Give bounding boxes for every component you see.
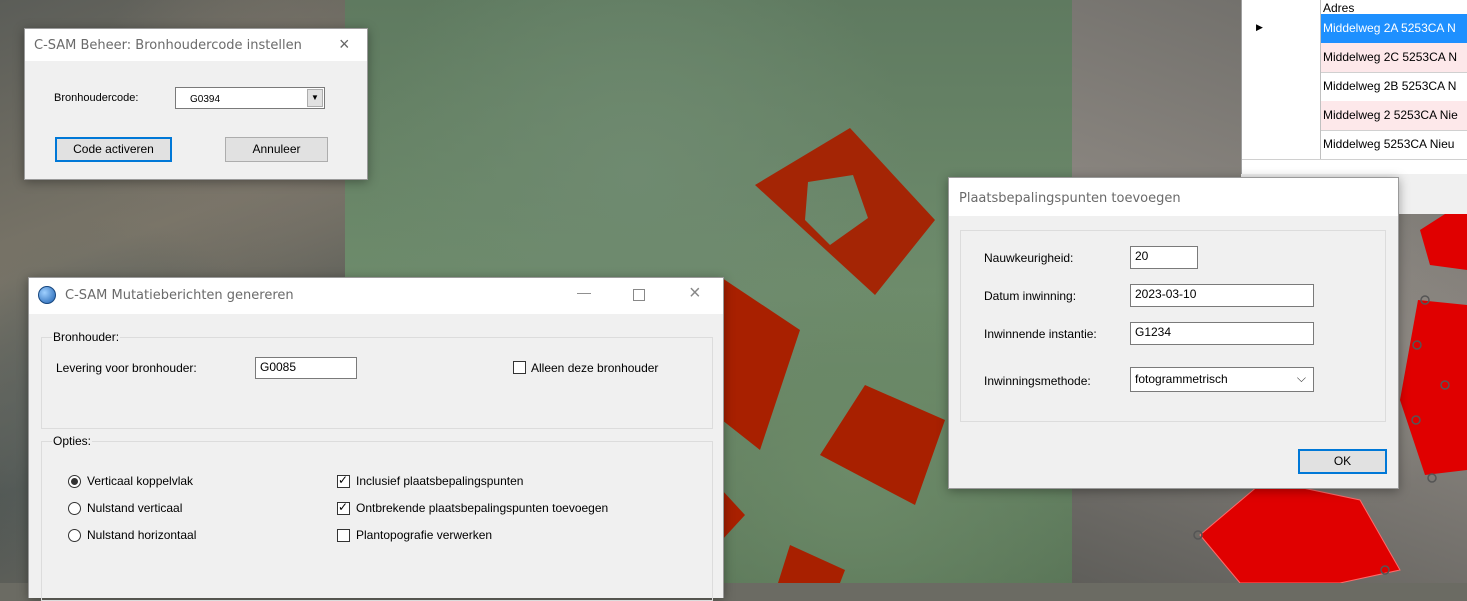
bronhoudercode-dropdown[interactable]: G0394 ▼ [175,87,325,109]
nauwkeurigheid-label: Nauwkeurigheid: [984,251,1074,265]
dialog-bronhoudercode: C-SAM Beheer: Bronhoudercode instellen ×… [24,28,368,180]
instantie-label: Inwinnende instantie: [984,327,1097,341]
grid-row-selector[interactable]: ▶ [1242,14,1321,43]
grid-header-row: Adres [1242,0,1467,15]
checkbox-label[interactable]: Ontbrekende plaatsbepalingspunten toevoe… [356,501,608,515]
chevron-down-icon[interactable]: ▼ [307,89,323,107]
dialog-plaatsbepalingspunten: Plaatsbepalingspunten toevoegen Nauwkeur… [948,177,1399,489]
checkbox-label[interactable]: Inclusief plaatsbepalingspunten [356,474,523,488]
grid-row-selector[interactable] [1242,101,1321,130]
grid-header-selector [1242,0,1321,14]
alleen-label[interactable]: Alleen deze bronhouder [531,361,658,375]
dialog-title: Plaatsbepalingspunten toevoegen [959,191,1181,206]
dialog-title: C-SAM Mutatieberichten genereren [65,288,294,303]
parcel-south-west [722,490,745,540]
grid-cell-adres[interactable]: Middelweg 2C 5253CA N [1321,43,1467,72]
bronhoudercode-label: Bronhoudercode: [54,92,139,104]
code-activeren-button[interactable]: Code activeren [55,137,172,162]
radio-label[interactable]: Nulstand verticaal [87,501,182,515]
parcel-diamond [820,385,945,505]
current-row-icon: ▶ [1256,22,1263,32]
radio-nulstand-verticaal[interactable] [68,502,81,515]
grid-row-selector[interactable] [1242,43,1321,72]
methode-label: Inwinningsmethode: [984,374,1091,388]
checkbox-label[interactable]: Plantopografie verwerken [356,528,492,542]
instantie-input[interactable]: G1234 [1130,322,1314,345]
ok-button[interactable]: OK [1298,449,1387,474]
dialog-title: C-SAM Beheer: Bronhoudercode instellen [34,38,302,53]
grid-cell-adres[interactable]: Middelweg 2B 5253CA N [1321,72,1467,101]
grid-row[interactable]: Middelweg 2B 5253CA N [1242,72,1467,102]
methode-dropdown[interactable]: fotogrammetrisch ⌵ [1130,367,1314,392]
title-bar: C-SAM Mutatieberichten genereren — × [29,278,723,314]
datum-label: Datum inwinning: [984,289,1077,303]
maximize-icon[interactable] [633,289,645,301]
nauwkeurigheid-input[interactable]: 20 [1130,246,1198,269]
bronhoudercode-value: G0394 [190,94,221,105]
levering-label: Levering voor bronhouder: [56,361,197,375]
group-opties-caption: Opties: [52,434,93,448]
grid-cell-adres[interactable]: Middelweg 2 5253CA Nie [1321,101,1467,130]
methode-value: fotogrammetrisch [1135,372,1228,386]
dialog-mutatieberichten: C-SAM Mutatieberichten genereren — × Bro… [28,277,724,601]
grid-cell-adres[interactable]: Middelweg 5253CA Nieu [1321,130,1467,159]
parcel-south [778,545,845,583]
alleen-checkbox[interactable] [513,361,526,374]
minimize-icon[interactable]: — [577,284,591,300]
close-icon[interactable]: × [689,282,701,305]
radio-nulstand-horizontaal[interactable] [68,529,81,542]
group-bronhouder-caption: Bronhouder: [52,330,121,344]
grid-row[interactable]: Middelweg 2C 5253CA N [1242,43,1467,73]
grid-cell-adres[interactable]: Middelweg 2A 5253CA N [1321,14,1467,43]
title-bar: C-SAM Beheer: Bronhoudercode instellen × [25,29,367,61]
annuleer-button[interactable]: Annuleer [225,137,328,162]
grid-row-selector[interactable] [1242,130,1321,159]
group-opties [41,441,713,601]
grid-row-selector[interactable] [1242,72,1321,101]
address-grid[interactable]: Adres ▶ Middelweg 2A 5253CA N Middelweg … [1241,0,1467,174]
datum-input[interactable]: 2023-03-10 [1130,284,1314,307]
checkbox-plantopografie[interactable] [337,529,350,542]
chevron-down-icon[interactable]: ⌵ [1297,371,1306,386]
checkbox-ontbrekende[interactable]: ✓ [337,500,350,515]
parcel-east-bottom [1199,479,1401,583]
parcel-with-courtyard [755,128,935,295]
radio-label[interactable]: Verticaal koppelvlak [87,474,193,488]
close-icon[interactable]: × [339,34,350,55]
grid-row[interactable]: Middelweg 5253CA Nieu [1242,130,1467,160]
title-bar: Plaatsbepalingspunten toevoegen [949,178,1398,216]
levering-input[interactable]: G0085 [255,357,357,379]
parcel-east-right [1400,300,1467,475]
parcel-east-top [1420,214,1467,270]
parcel-west [722,278,800,450]
globe-icon [38,286,56,304]
group-bronhouder [41,337,713,429]
radio-verticaal-koppelvlak[interactable] [68,475,81,488]
radio-label[interactable]: Nulstand horizontaal [87,528,196,542]
checkbox-inclusief[interactable]: ✓ [337,473,350,488]
grid-row[interactable]: Middelweg 2 5253CA Nie [1242,101,1467,131]
grid-header-adres[interactable]: Adres [1321,0,1467,14]
grid-row[interactable]: ▶ Middelweg 2A 5253CA N [1242,14,1467,44]
